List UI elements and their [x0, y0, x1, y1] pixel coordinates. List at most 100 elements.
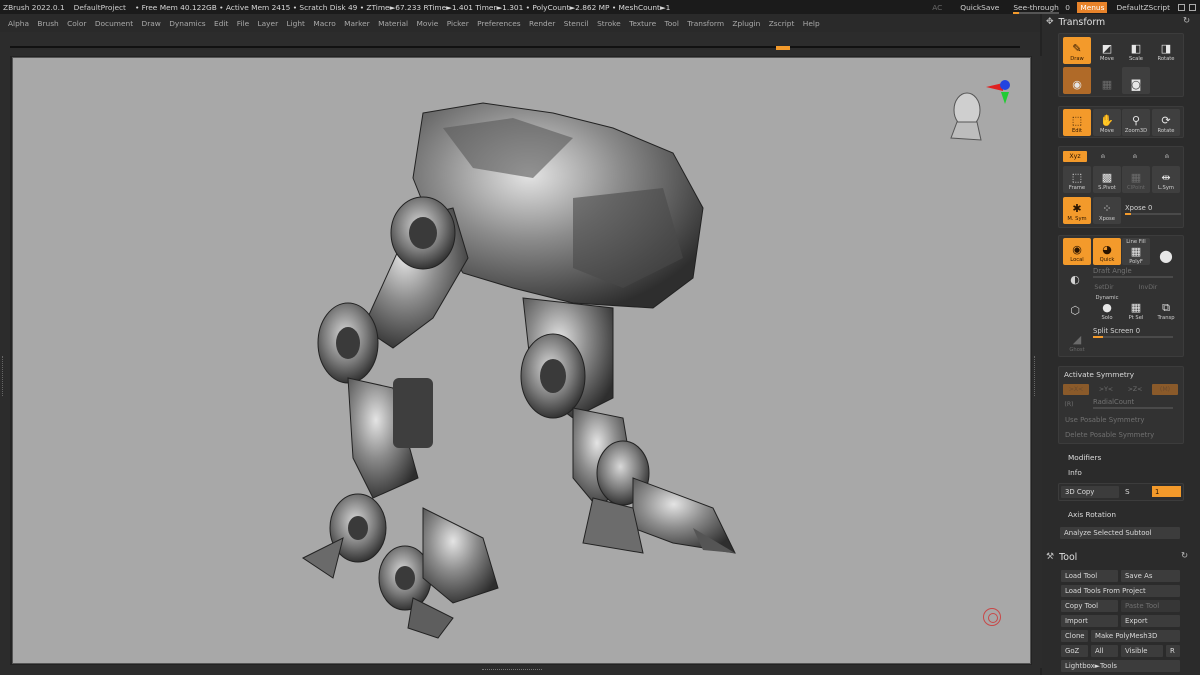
menu-preferences[interactable]: Preferences — [477, 19, 520, 28]
solo-button[interactable]: Dynamic ● Solo — [1093, 295, 1121, 323]
local-button[interactable]: ◉ Local — [1063, 238, 1091, 265]
sym-r-button[interactable]: (R) — [1061, 399, 1077, 410]
analyze-subtool-button[interactable]: Analyze Selected Subtool — [1060, 527, 1180, 539]
material-sphere[interactable]: ● — [1152, 238, 1180, 265]
menu-stencil[interactable]: Stencil — [564, 19, 589, 28]
snapshot-button[interactable]: ◙ — [1122, 67, 1150, 94]
menu-movie[interactable]: Movie — [416, 19, 438, 28]
clone-button[interactable]: Clone — [1061, 630, 1088, 642]
goz-all-button[interactable]: All — [1091, 645, 1118, 657]
menu-file[interactable]: File — [237, 19, 249, 28]
left-tray-handle[interactable] — [0, 56, 10, 668]
delete-posable-symmetry-button[interactable]: Delete Posable Symmetry — [1061, 429, 1181, 441]
timeline-track[interactable] — [10, 46, 1020, 48]
minimize-icon[interactable] — [1178, 3, 1185, 11]
load-tools-from-project-button[interactable]: Load Tools From Project — [1061, 585, 1180, 597]
scale-button[interactable]: ◧ Scale — [1122, 37, 1150, 64]
default-zscript[interactable]: DefaultZScript — [1113, 3, 1170, 12]
goz-button[interactable]: GoZ — [1061, 645, 1088, 657]
goz-r-button[interactable]: R — [1166, 645, 1180, 657]
menu-draw[interactable]: Draw — [142, 19, 161, 28]
copy3d-value[interactable]: 1 — [1152, 486, 1181, 497]
setdir-button[interactable]: SetDir — [1089, 282, 1119, 293]
paste-tool-button[interactable]: Paste Tool — [1121, 600, 1180, 612]
lsym-button[interactable]: ⇹ L.Sym — [1152, 166, 1180, 193]
sym-y-button[interactable]: >Y< — [1093, 384, 1119, 395]
sym-m-button[interactable]: (M) — [1152, 384, 1178, 395]
frame-button[interactable]: ⬚ Frame — [1063, 166, 1091, 193]
lightbox-tools-button[interactable]: Lightbox►Tools — [1061, 660, 1180, 672]
contrast-icon[interactable]: ◐ — [1063, 273, 1087, 286]
right-tray-handle[interactable] — [1032, 56, 1042, 668]
navigation-gizmo[interactable] — [941, 76, 1011, 158]
gizmo-toggle-button[interactable]: ◉ — [1063, 67, 1091, 94]
spivot-button[interactable]: ▩ S.Pivot — [1093, 166, 1121, 193]
quick-button[interactable]: ◕ Quick — [1093, 238, 1121, 265]
axis-z-icon[interactable]: ⍝ — [1157, 151, 1177, 162]
tool-palette-header[interactable]: ⚒ Tool — [1046, 550, 1077, 564]
menu-material[interactable]: Material — [378, 19, 408, 28]
ac-button[interactable]: AC — [932, 3, 942, 12]
rotate-button[interactable]: ◨ Rotate — [1152, 37, 1180, 64]
msym-button[interactable]: ✱ M. Sym — [1063, 197, 1091, 224]
import-button[interactable]: Import — [1061, 615, 1118, 627]
menu-brush[interactable]: Brush — [37, 19, 58, 28]
invdir-button[interactable]: InvDir — [1133, 282, 1163, 293]
bottom-tray-handle[interactable] — [0, 665, 1040, 675]
edit-button[interactable]: ⬚ Edit — [1063, 109, 1091, 136]
export-button[interactable]: Export — [1121, 615, 1180, 627]
transp-button[interactable]: ⧉ Transp — [1152, 296, 1180, 323]
menu-edit[interactable]: Edit — [214, 19, 228, 28]
xyz-button[interactable]: Xyz — [1063, 151, 1087, 162]
menu-texture[interactable]: Texture — [629, 19, 656, 28]
menu-light[interactable]: Light — [287, 19, 305, 28]
save-as-button[interactable]: Save As — [1121, 570, 1180, 582]
window-controls[interactable] — [1178, 3, 1196, 11]
see-through-slider[interactable]: See-through 0 — [1013, 3, 1071, 14]
reset-icon[interactable]: ↻ — [1183, 16, 1190, 26]
sym-x-button[interactable]: >X< — [1063, 384, 1089, 395]
menu-alpha[interactable]: Alpha — [8, 19, 29, 28]
menus-toggle[interactable]: Menus — [1077, 1, 1108, 13]
timeline-marker[interactable] — [776, 46, 790, 50]
menu-picker[interactable]: Picker — [447, 19, 469, 28]
xpose-button[interactable]: ⁘ Xpose — [1093, 197, 1121, 224]
split-screen-slider[interactable]: Split Screen 0 — [1093, 327, 1173, 338]
copy3d-button[interactable]: 3D Copy — [1061, 486, 1119, 498]
tool-reset-icon[interactable]: ↻ — [1181, 551, 1188, 561]
move-view-button[interactable]: ✋ Move — [1093, 109, 1121, 136]
menu-color[interactable]: Color — [67, 19, 86, 28]
menu-dynamics[interactable]: Dynamics — [169, 19, 205, 28]
move-button[interactable]: ◩ Move — [1093, 37, 1121, 64]
document-canvas[interactable] — [12, 57, 1031, 664]
goz-visible-button[interactable]: Visible — [1121, 645, 1163, 657]
draw-button[interactable]: ✎ Draw — [1063, 37, 1091, 64]
menu-help[interactable]: Help — [803, 19, 820, 28]
make-polymesh3d-button[interactable]: Make PolyMesh3D — [1091, 630, 1180, 642]
axis-rotation-header[interactable]: Axis Rotation — [1068, 510, 1116, 519]
ghost-button[interactable]: ◢ Ghost — [1063, 328, 1091, 355]
polyf-button[interactable]: Line Fill ▦ PolyF — [1122, 238, 1150, 265]
load-tool-button[interactable]: Load Tool — [1061, 570, 1118, 582]
transform-palette-header[interactable]: ✥ Transform — [1046, 15, 1105, 29]
maximize-icon[interactable] — [1189, 3, 1196, 11]
activate-symmetry-button[interactable]: Activate Symmetry — [1064, 370, 1134, 379]
radial-count-slider[interactable]: RadialCount — [1093, 398, 1173, 409]
ptsel-button[interactable]: ▦ Pt Sel — [1122, 296, 1150, 323]
clpoint-button[interactable]: ▦ ClPoint — [1122, 166, 1150, 193]
menu-document[interactable]: Document — [95, 19, 133, 28]
sym-z-button[interactable]: >Z< — [1122, 384, 1148, 395]
quicksave-button[interactable]: QuickSave — [960, 3, 999, 12]
film-button[interactable]: ▦ — [1093, 67, 1121, 94]
rotate-view-button[interactable]: ⟳ Rotate — [1152, 109, 1180, 136]
axis-x-icon[interactable]: ⍝ — [1093, 151, 1113, 162]
menu-zscript[interactable]: Zscript — [769, 19, 795, 28]
info-header[interactable]: Info — [1068, 468, 1082, 477]
zoom3d-button[interactable]: ⚲ Zoom3D — [1122, 109, 1150, 136]
modifiers-header[interactable]: Modifiers — [1068, 453, 1101, 462]
menu-marker[interactable]: Marker — [344, 19, 370, 28]
axis-y-icon[interactable]: ⍝ — [1125, 151, 1145, 162]
use-posable-symmetry-button[interactable]: Use Posable Symmetry — [1061, 414, 1181, 426]
copy-tool-button[interactable]: Copy Tool — [1061, 600, 1118, 612]
menu-macro[interactable]: Macro — [313, 19, 335, 28]
